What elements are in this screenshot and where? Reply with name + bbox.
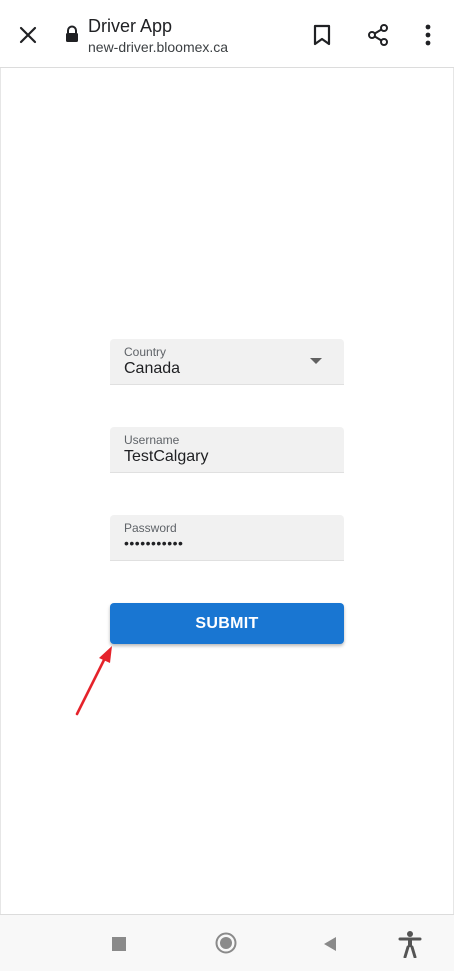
country-value: Canada <box>124 360 181 377</box>
address-area[interactable]: Driver App new-driver.bloomex.ca <box>88 15 228 56</box>
more-vertical-icon[interactable] <box>412 19 444 51</box>
country-label: Country <box>124 345 167 359</box>
username-label: Username <box>124 433 180 447</box>
dropdown-arrow-icon[interactable] <box>310 358 322 364</box>
recents-square-icon[interactable] <box>112 937 126 951</box>
share-icon[interactable] <box>360 19 396 51</box>
annotation-arrow <box>75 646 112 716</box>
lock-icon <box>64 25 80 43</box>
password-value: ••••••••••• <box>124 535 184 551</box>
bookmark-icon[interactable] <box>306 19 338 51</box>
page-content <box>0 68 454 914</box>
back-triangle-icon[interactable] <box>322 936 338 952</box>
url-text: new-driver.bloomex.ca <box>88 39 229 55</box>
home-circle-icon[interactable] <box>215 932 237 954</box>
username-field[interactable]: Username TestCalgary <box>110 427 344 473</box>
close-icon[interactable] <box>12 19 44 51</box>
username-value: TestCalgary <box>124 448 209 465</box>
accessibility-icon[interactable] <box>398 930 422 959</box>
country-select[interactable]: Country Canada <box>110 339 344 385</box>
page-title: Driver App <box>88 16 173 36</box>
browser-toolbar: Driver App new-driver.bloomex.ca <box>0 0 454 68</box>
password-field[interactable]: Password ••••••••••• <box>110 515 344 561</box>
password-label: Password <box>124 521 177 535</box>
submit-button[interactable]: SUBMIT <box>110 603 344 644</box>
system-nav-bar <box>0 914 454 971</box>
